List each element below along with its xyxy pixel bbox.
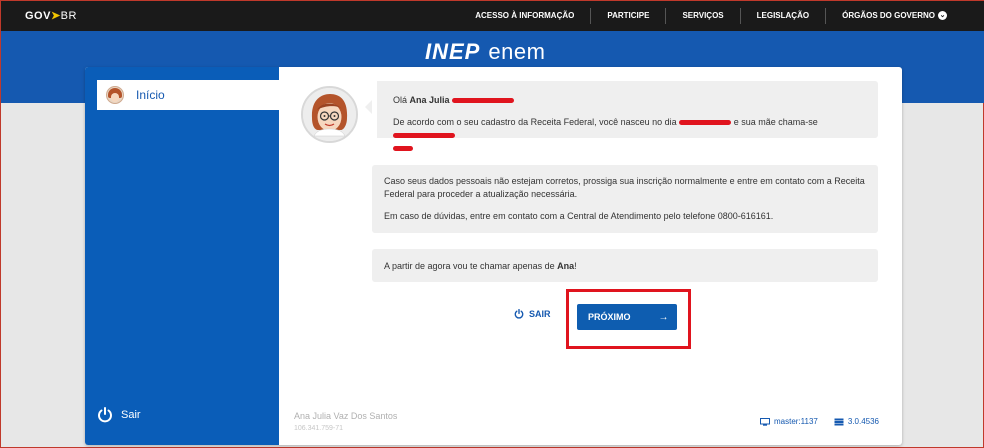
version-label: 3.0.4536 <box>847 417 879 426</box>
enem-logo-text: enem <box>488 39 546 64</box>
top-nav: ACESSO À INFORMAÇÃO PARTICIPE SERVIÇOS L… <box>459 1 963 31</box>
footer-user-cpf: 106.341.759-71 <box>294 425 344 432</box>
sidebar-item-label: Início <box>136 88 165 102</box>
nav-legislacao[interactable]: LEGISLAÇÃO <box>739 8 825 24</box>
nickname-prefix: A partir de agora vou te chamar apenas d… <box>384 261 558 271</box>
power-icon <box>98 407 112 423</box>
info-line-1: Caso seus dados pessoais não estejam cor… <box>384 176 865 199</box>
info-line-2: Em caso de dúvidas, entre em contato com… <box>384 211 774 221</box>
bubble-accent <box>372 81 377 138</box>
nav-servicos[interactable]: SERVIÇOS <box>665 8 739 24</box>
arrow-right-icon: → <box>658 311 669 323</box>
gov-bar: GOV➤BR ACESSO À INFORMAÇÃO PARTICIPE SER… <box>1 1 984 31</box>
chevron-down-icon: ⌄ <box>938 11 947 21</box>
gov-logo-br: BR <box>60 10 77 22</box>
sidebar-logout-label: Sair <box>121 409 141 421</box>
exit-label: SAIR <box>529 309 551 319</box>
info-message: Caso seus dados pessoais não estejam cor… <box>372 165 878 233</box>
birth-text-mid: e sua mãe chama-se <box>733 117 818 127</box>
server-label: master:1137 <box>773 417 818 426</box>
inep-enem-logo: INEP enem <box>425 39 545 65</box>
sidebar: Início Sair <box>85 67 279 445</box>
greeting-user-name: Ana Julia <box>409 95 450 105</box>
nickname-message: A partir de agora vou te chamar apenas d… <box>372 249 878 282</box>
sidebar-item-inicio[interactable]: Início <box>97 80 279 110</box>
footer-info: master:1137 3.0.4536 <box>759 417 879 426</box>
monitor-icon <box>759 417 770 426</box>
assistant-avatar <box>301 86 358 143</box>
assistant-face-icon <box>303 88 356 141</box>
exit-button[interactable]: SAIR <box>514 309 551 319</box>
redacted-mother-name <box>393 133 455 139</box>
redacted-birth-date <box>679 120 732 126</box>
redacted-surname <box>452 98 515 104</box>
avatar-small-icon <box>106 86 124 104</box>
main-card: Início Sair Olá Ana Julia De acordo com … <box>85 67 902 445</box>
greeting-line: Olá Ana Julia <box>393 94 868 107</box>
next-button[interactable]: PRÓXIMO → <box>577 304 677 330</box>
inep-logo-text: INEP <box>425 39 481 64</box>
greeting-message: Olá Ana Julia De acordo com o seu cadast… <box>365 81 878 152</box>
nickname-value: Ana <box>557 261 575 271</box>
nav-participe[interactable]: PARTICIPE <box>590 8 665 24</box>
server-icon <box>834 418 844 425</box>
sidebar-logout-button[interactable]: Sair <box>97 407 141 423</box>
nav-orgaos-governo[interactable]: ÓRGÃOS DO GOVERNO ⌄ <box>825 8 963 24</box>
redacted-mother-surname <box>393 146 413 152</box>
greeting-prefix: Olá <box>393 95 410 105</box>
birth-info-line: De acordo com o seu cadastro da Receita … <box>393 116 868 155</box>
gov-logo-arrow-icon: ➤ <box>50 10 61 22</box>
gov-br-logo[interactable]: GOV➤BR <box>25 9 77 22</box>
nickname-suffix: ! <box>574 261 577 271</box>
next-label: PRÓXIMO <box>588 312 631 322</box>
power-icon <box>514 309 524 319</box>
nav-orgaos-label: ÓRGÃOS DO GOVERNO <box>842 11 935 20</box>
gov-logo-text: GOV <box>25 10 51 22</box>
nav-acesso-informacao[interactable]: ACESSO À INFORMAÇÃO <box>459 8 590 24</box>
footer-user-name: Ana Julia Vaz Dos Santos <box>294 411 398 421</box>
birth-text-prefix: De acordo com o seu cadastro da Receita … <box>393 117 677 127</box>
